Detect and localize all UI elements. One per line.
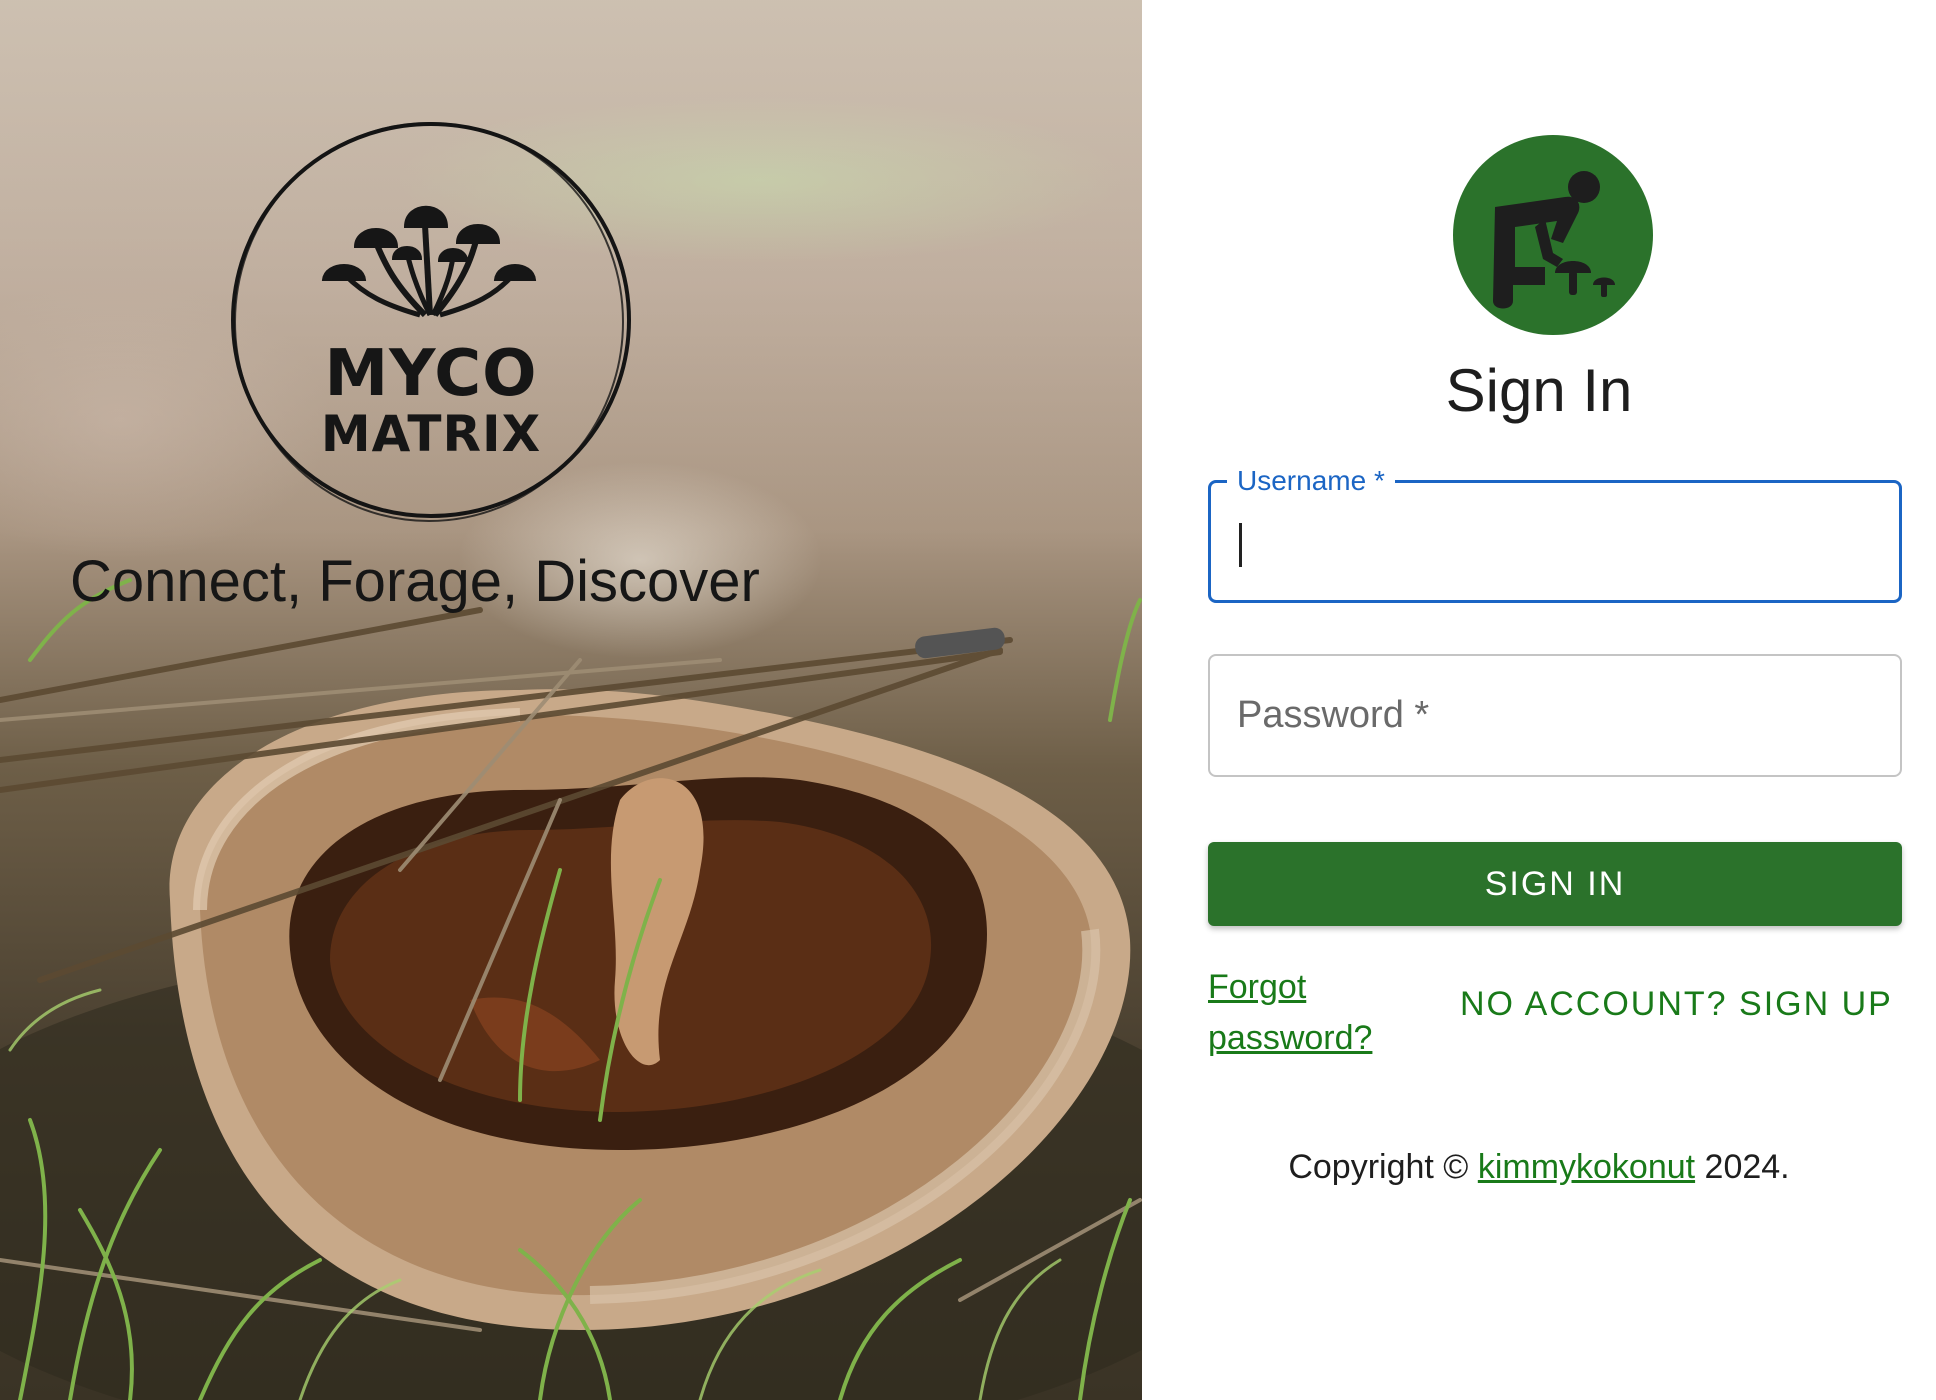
copyright-year: 2024. [1704,1148,1790,1186]
username-input[interactable] [1211,483,1899,600]
username-field[interactable]: Username * [1208,465,1902,603]
logo-wordmark-matrix: MATRIX [320,405,542,463]
sign-in-button[interactable]: SIGN IN [1208,842,1902,926]
page-title: Sign In [1445,357,1633,424]
forgot-password-link[interactable]: Forgot password? [1208,962,1408,1064]
password-field[interactable]: Password * [1208,654,1902,777]
forager-picking-mushrooms-icon [1453,135,1653,335]
mushroom-cluster-icon [321,205,537,318]
hero-tagline: Connect, Forage, Discover [70,549,760,614]
copyright-prefix: Copyright © [1288,1148,1469,1186]
copyright-footer: Copyright © kimmykokonut 2024. [1142,1148,1936,1187]
text-caret [1239,523,1242,567]
logo-wordmark-myco: MYCO [324,337,538,411]
brand-logo: MYCO MATRIX [225,115,637,525]
author-link[interactable]: kimmykokonut [1478,1148,1695,1186]
sign-in-panel: Sign In Username * Password * SIGN IN Fo… [1142,0,1936,1400]
password-input[interactable] [1210,656,1900,775]
hero-photo: MYCO MATRIX Connect, Forage, Discover [0,0,1142,1400]
forager-glyph [1493,171,1615,309]
sign-up-link[interactable]: NO ACCOUNT? SIGN UP [1460,985,1893,1024]
